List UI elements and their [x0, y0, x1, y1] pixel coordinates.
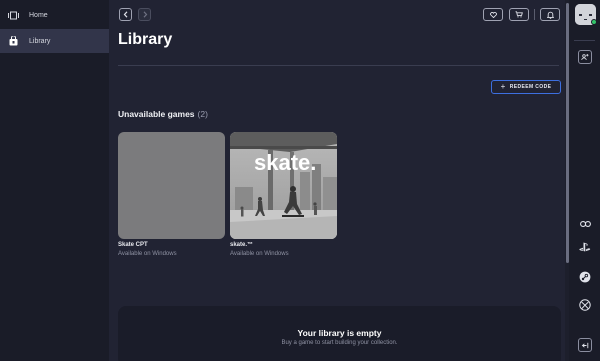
main-content: Library + REDEEM CODE Unavailable games(…: [109, 0, 569, 361]
game-title[interactable]: Skate CPT: [118, 242, 148, 248]
friend-add-icon: [581, 54, 589, 61]
wishlist-button[interactable]: [483, 8, 503, 21]
redeem-code-label: REDEEM CODE: [509, 84, 552, 90]
sidebar-item-home[interactable]: Home: [0, 3, 109, 27]
chevron-left-icon: [123, 11, 127, 18]
library-bag-icon: [8, 36, 19, 46]
rail-divider: [574, 40, 595, 41]
game-card-cover[interactable]: skate.: [230, 132, 337, 239]
empty-subtitle: Buy a game to start building your collec…: [281, 340, 398, 346]
cart-icon: [515, 11, 523, 18]
cart-button[interactable]: [509, 8, 529, 21]
xbox-icon[interactable]: [578, 298, 592, 312]
section-title: Unavailable games: [118, 109, 195, 119]
heart-icon: [489, 11, 497, 18]
collapse-panel-button[interactable]: [578, 338, 592, 352]
game-platform: Available on Windows: [230, 251, 289, 257]
link-icon[interactable]: [578, 217, 592, 231]
section-count: (2): [197, 109, 208, 119]
carousel-icon: [8, 10, 19, 20]
empty-title: Your library is empty: [297, 328, 382, 338]
bell-icon: [546, 11, 554, 19]
page-title: Library: [118, 31, 173, 48]
sidebar-item-label: Home: [29, 11, 48, 19]
empty-library-panel: Your library is empty Buy a game to star…: [118, 306, 561, 361]
redeem-code-button[interactable]: + REDEEM CODE: [491, 80, 561, 94]
add-friend-button[interactable]: [578, 50, 592, 64]
sidebar-item-library[interactable]: Library: [0, 29, 109, 53]
steam-icon[interactable]: [578, 270, 592, 284]
back-button[interactable]: [119, 8, 132, 21]
online-status-dot: [591, 19, 597, 25]
left-sidebar: Home Library: [0, 0, 109, 361]
header-divider: [534, 9, 535, 20]
forward-button[interactable]: [138, 8, 151, 21]
game-title[interactable]: skate.™: [230, 242, 253, 248]
cover-logo: skate.: [254, 150, 316, 175]
skate-cover-art: skate.: [230, 132, 337, 239]
game-card-cover[interactable]: [118, 132, 225, 239]
sidebar-item-label: Library: [29, 37, 51, 45]
collapse-panel-icon: [581, 342, 589, 348]
chevron-right-icon: [143, 11, 147, 18]
right-rail: [569, 0, 600, 361]
plus-icon: +: [500, 82, 506, 91]
notifications-button[interactable]: [540, 8, 560, 21]
title-divider: [118, 65, 559, 66]
game-platform: Available on Windows: [118, 251, 177, 257]
section-heading: Unavailable games (2): [118, 109, 208, 119]
playstation-icon[interactable]: [578, 240, 592, 254]
